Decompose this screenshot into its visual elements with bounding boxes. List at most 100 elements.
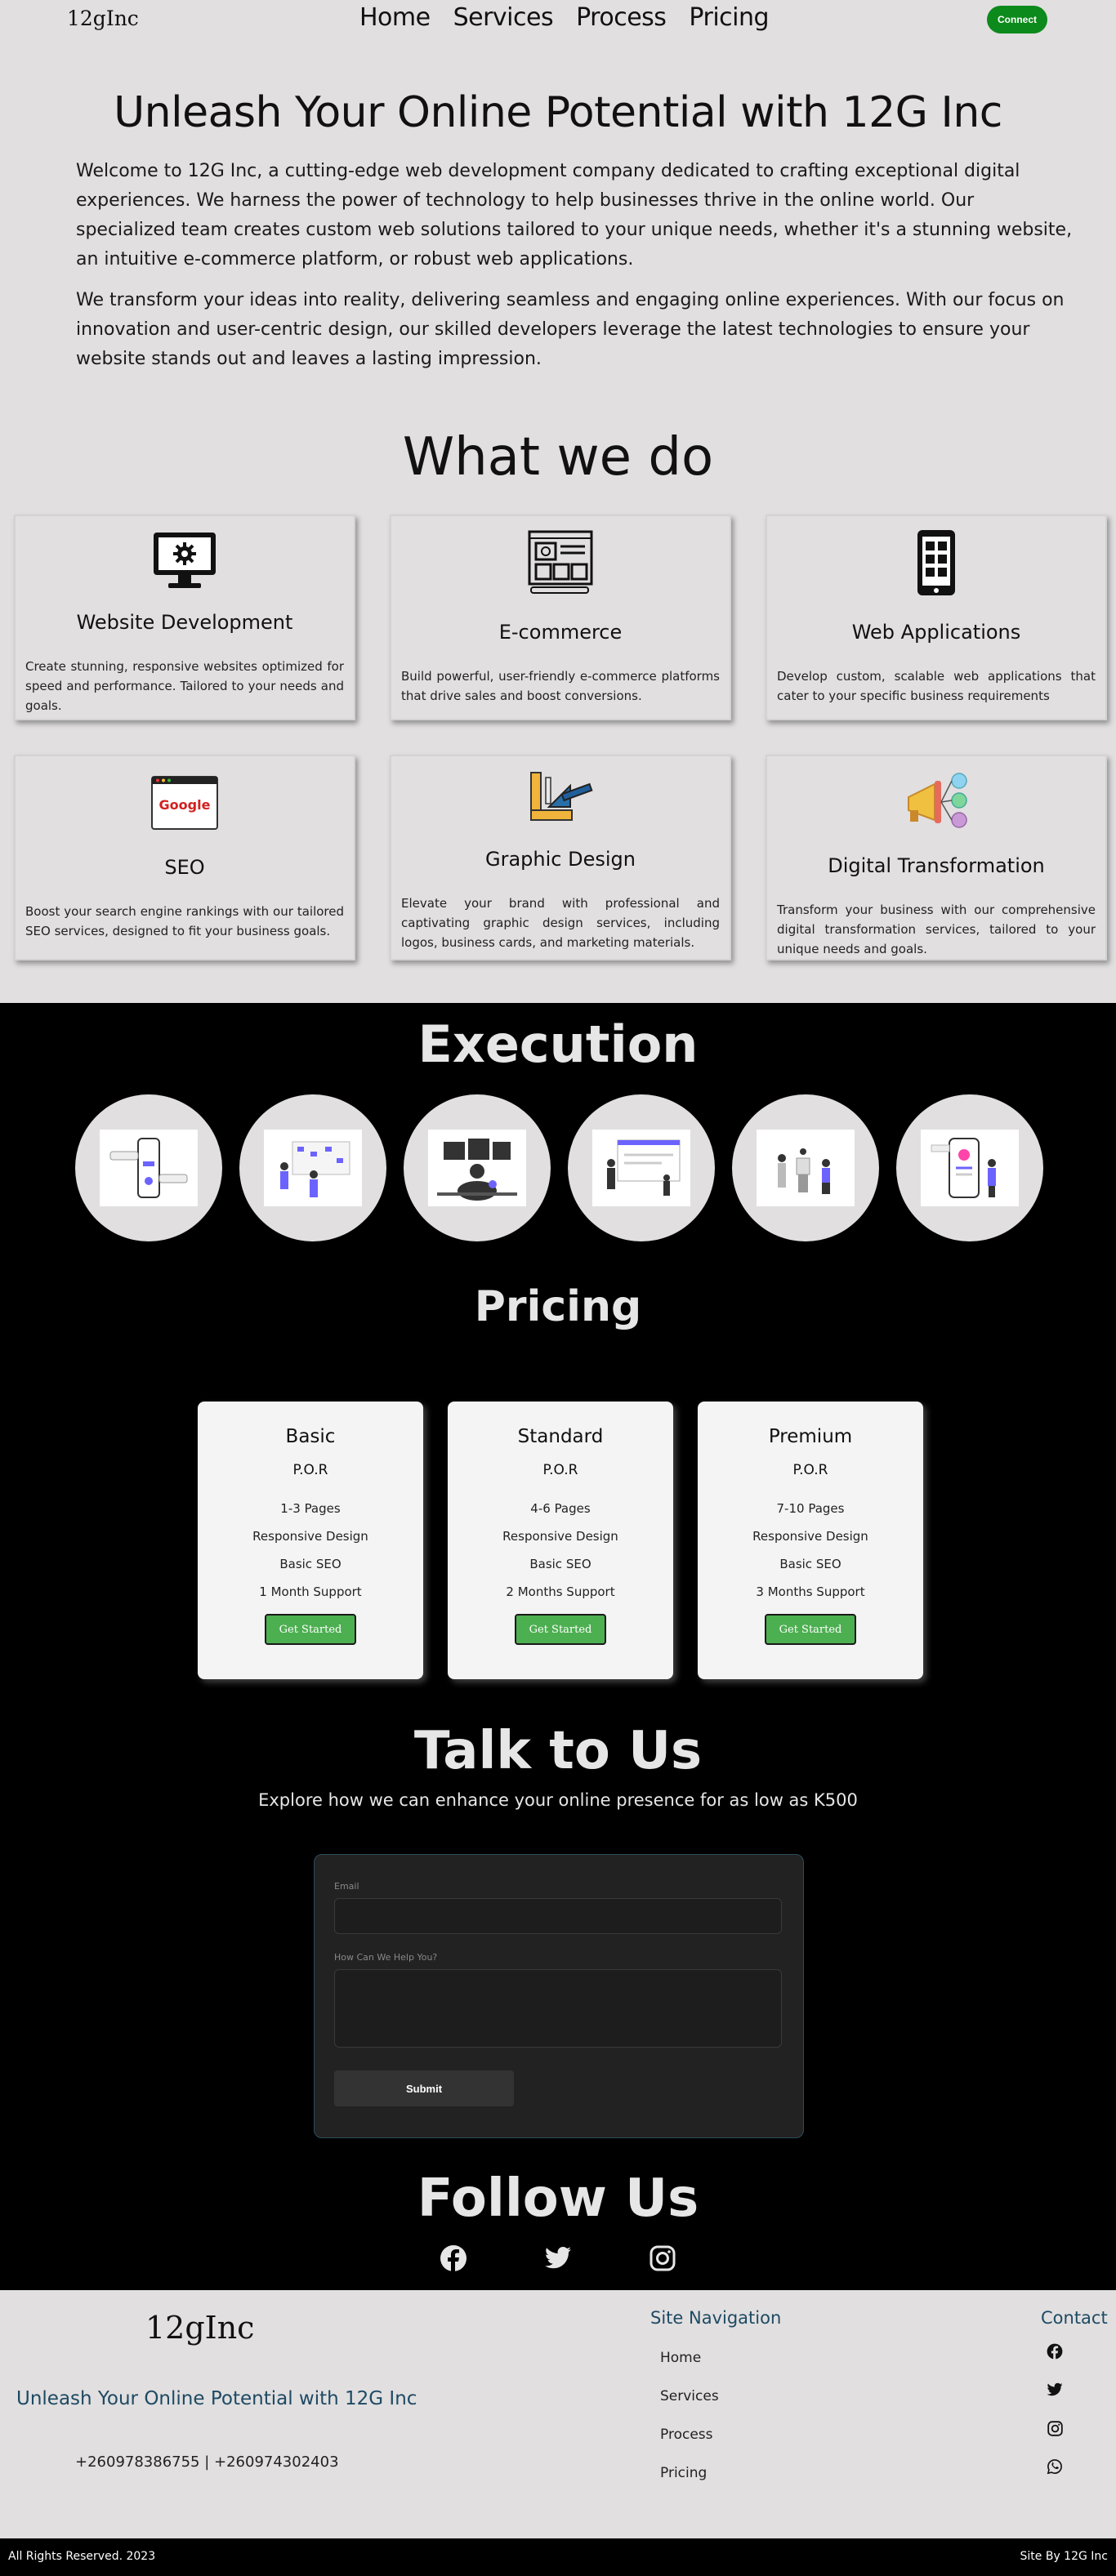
intro-section: 12gInc Home Services Process Pricing Con… xyxy=(0,0,1116,1003)
footer-contact-icons xyxy=(1046,2342,1064,2476)
email-field[interactable] xyxy=(334,1898,782,1934)
plan-card-standard: Standard P.O.R 4-6 Pages Responsive Desi… xyxy=(448,1402,673,1679)
service-description: Transform your business with our compreh… xyxy=(777,902,1096,956)
service-description: Build powerful, user-friendly e-commerce… xyxy=(401,669,720,703)
execution-title: Execution xyxy=(417,1014,699,1074)
mobile-chat-illustration xyxy=(75,1094,222,1241)
plan-feature: 7-10 Pages xyxy=(776,1501,845,1516)
site-credit: Site By 12G Inc xyxy=(1020,2550,1108,2563)
message-textarea[interactable] xyxy=(334,1969,782,2048)
site-footer: 12gInc Unleash Your Online Potential wit… xyxy=(0,2290,1116,2538)
developer-desk-illustration xyxy=(404,1094,551,1241)
plan-feature: 4-6 Pages xyxy=(530,1501,591,1516)
megaphone-icon xyxy=(902,769,971,835)
service-description: Develop custom, scalable web application… xyxy=(777,669,1096,703)
connect-button[interactable]: Connect xyxy=(987,6,1047,33)
plan-features: 1-3 Pages Responsive Design Basic SEO 1 … xyxy=(198,1495,423,1606)
service-title: Web Applications xyxy=(851,621,1021,644)
service-title: SEO xyxy=(164,856,205,879)
get-started-button[interactable]: Get Started xyxy=(515,1614,606,1645)
submit-button[interactable]: Submit xyxy=(334,2070,514,2106)
wireframe-icon xyxy=(526,529,595,596)
plan-price: P.O.R xyxy=(542,1462,578,1478)
service-card-seo: Google SEO Boost your search engine rank… xyxy=(14,755,355,960)
whatsapp-icon[interactable] xyxy=(1046,2458,1064,2476)
service-card-digital-transformation: Digital Transformation Transform your bu… xyxy=(766,755,1107,960)
footer-nav-title: Site Navigation xyxy=(650,2308,782,2328)
footer-nav: Home Services Process Pricing xyxy=(660,2339,719,2493)
intro-text: Welcome to 12G Inc, a cutting-edge web d… xyxy=(76,157,1074,374)
nav-pricing[interactable]: Pricing xyxy=(689,3,769,32)
presentation-illustration xyxy=(568,1094,715,1241)
service-card-ecommerce: E-commerce Build powerful, user-friendly… xyxy=(390,515,731,720)
footer-nav-services[interactable]: Services xyxy=(660,2378,719,2416)
email-label: Email xyxy=(334,1881,359,1892)
plan-feature: Responsive Design xyxy=(752,1529,868,1544)
plan-feature: Basic SEO xyxy=(529,1557,591,1571)
service-title: Digital Transformation xyxy=(828,854,1045,877)
service-title: E-commerce xyxy=(498,621,623,644)
facebook-icon[interactable] xyxy=(438,2243,469,2274)
plan-feature: 1-3 Pages xyxy=(280,1501,341,1516)
design-tools-icon xyxy=(526,769,595,828)
footer-nav-process[interactable]: Process xyxy=(660,2416,719,2454)
plan-name: Premium xyxy=(768,1426,853,1447)
collaboration-illustration xyxy=(732,1094,879,1241)
footer-nav-home[interactable]: Home xyxy=(660,2339,719,2378)
plan-features: 7-10 Pages Responsive Design Basic SEO 3… xyxy=(698,1495,923,1606)
plan-card-premium: Premium P.O.R 7-10 Pages Responsive Desi… xyxy=(698,1402,923,1679)
plan-feature: Responsive Design xyxy=(252,1529,368,1544)
plan-name: Standard xyxy=(517,1426,604,1447)
mobile-app-icon xyxy=(916,529,957,596)
contact-form: Email How Can We Help You? Submit xyxy=(314,1854,804,2138)
footer-nav-pricing[interactable]: Pricing xyxy=(660,2454,719,2493)
nav-process[interactable]: Process xyxy=(576,3,667,32)
copyright-text: All Rights Reserved. 2023 xyxy=(8,2550,156,2563)
instagram-icon[interactable] xyxy=(1046,2419,1064,2437)
follow-title: Follow Us xyxy=(417,2168,699,2229)
nav-services[interactable]: Services xyxy=(453,3,554,32)
nav-home[interactable]: Home xyxy=(359,3,431,32)
plan-feature: Basic SEO xyxy=(779,1557,841,1571)
twitter-icon[interactable] xyxy=(542,2243,574,2274)
footer-logo[interactable]: 12gInc xyxy=(145,2310,254,2346)
service-description: Elevate your brand with professional and… xyxy=(401,896,720,950)
plan-feature: 3 Months Support xyxy=(756,1584,865,1599)
dark-section: Execution Pricing Basic P.O.R 1-3 Pages … xyxy=(0,1003,1116,2290)
svg-text:Google: Google xyxy=(159,797,211,813)
facebook-icon[interactable] xyxy=(1046,2342,1064,2360)
get-started-button[interactable]: Get Started xyxy=(265,1614,356,1645)
execution-gallery xyxy=(75,1094,1116,1241)
plan-price: P.O.R xyxy=(792,1462,828,1478)
service-card-web-applications: Web Applications Develop custom, scalabl… xyxy=(766,515,1107,720)
top-navbar: 12gInc Home Services Process Pricing Con… xyxy=(0,0,1116,39)
google-search-icon: Google xyxy=(150,769,219,836)
instagram-icon[interactable] xyxy=(647,2243,678,2274)
plan-feature: Responsive Design xyxy=(502,1529,618,1544)
bottom-bar: All Rights Reserved. 2023 Site By 12G In… xyxy=(0,2538,1116,2576)
service-card-web-development: Website Development Create stunning, res… xyxy=(14,515,355,720)
plan-feature: Basic SEO xyxy=(279,1557,341,1571)
intro-paragraph: Welcome to 12G Inc, a cutting-edge web d… xyxy=(76,161,1073,270)
plan-feature: 1 Month Support xyxy=(259,1584,362,1599)
site-logo[interactable]: 12gInc xyxy=(67,7,139,30)
services-grid: Website Development Create stunning, res… xyxy=(14,515,1116,1003)
twitter-icon[interactable] xyxy=(1046,2381,1064,2399)
service-description: Boost your search engine rankings with o… xyxy=(25,904,344,938)
pricing-plans: Basic P.O.R 1-3 Pages Responsive Design … xyxy=(198,1402,1116,1679)
talk-subtitle: Explore how we can enhance your online p… xyxy=(258,1790,858,1810)
plan-card-basic: Basic P.O.R 1-3 Pages Responsive Design … xyxy=(198,1402,423,1679)
footer-tagline: Unleash Your Online Potential with 12G I… xyxy=(16,2388,417,2409)
plan-price: P.O.R xyxy=(292,1462,328,1478)
monitor-gear-icon xyxy=(150,529,219,591)
team-board-illustration xyxy=(239,1094,386,1241)
service-title: Website Development xyxy=(76,611,293,634)
footer-contact-title: Contact xyxy=(1041,2308,1108,2328)
main-nav: Home Services Process Pricing xyxy=(359,3,792,32)
pricing-title: Pricing xyxy=(474,1282,642,1331)
hero-title: Unleash Your Online Potential with 12G I… xyxy=(114,88,1002,137)
social-links xyxy=(0,2243,1116,2290)
footer-phones: +260978386755 | +260974302403 xyxy=(75,2453,339,2471)
get-started-button[interactable]: Get Started xyxy=(765,1614,856,1645)
plan-feature: 2 Months Support xyxy=(506,1584,615,1599)
